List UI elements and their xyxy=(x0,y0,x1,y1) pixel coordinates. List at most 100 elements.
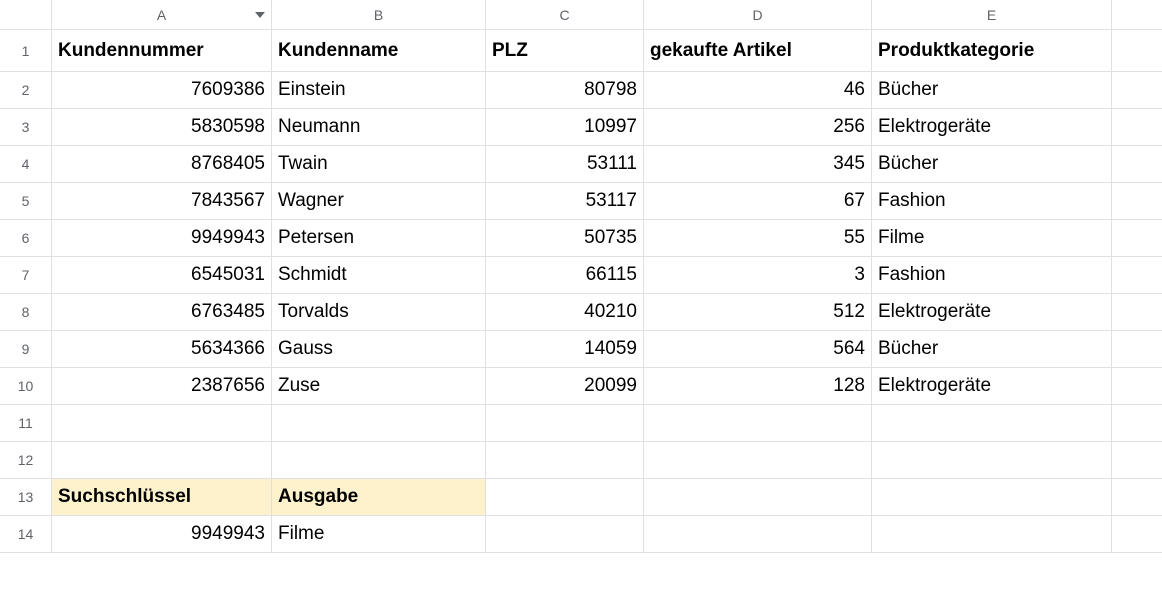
cell-E7[interactable]: Fashion xyxy=(872,257,1112,294)
cell-A7[interactable]: 6545031 xyxy=(52,257,272,294)
cell-A3[interactable]: 5830598 xyxy=(52,109,272,146)
cell-extra[interactable] xyxy=(1112,183,1162,220)
cell-A2[interactable]: 7609386 xyxy=(52,72,272,109)
cell-extra[interactable] xyxy=(1112,479,1162,516)
cell-extra[interactable] xyxy=(1112,109,1162,146)
cell-B11[interactable] xyxy=(272,405,486,442)
row-header-14[interactable]: 14 xyxy=(0,516,52,553)
cell-A8[interactable]: 6763485 xyxy=(52,294,272,331)
cell-E9[interactable]: Bücher xyxy=(872,331,1112,368)
column-header-C[interactable]: C xyxy=(486,0,644,30)
row-header-3[interactable]: 3 xyxy=(0,109,52,146)
cell-B2[interactable]: Einstein xyxy=(272,72,486,109)
cell-B14[interactable]: Filme xyxy=(272,516,486,553)
row-header-5[interactable]: 5 xyxy=(0,183,52,220)
cell-extra[interactable] xyxy=(1112,405,1162,442)
cell-E8[interactable]: Elektrogeräte xyxy=(872,294,1112,331)
cell-E4[interactable]: Bücher xyxy=(872,146,1112,183)
cell-C14[interactable] xyxy=(486,516,644,553)
cell-A6[interactable]: 9949943 xyxy=(52,220,272,257)
cell-D3[interactable]: 256 xyxy=(644,109,872,146)
cell-C5[interactable]: 53117 xyxy=(486,183,644,220)
cell-C3[interactable]: 10997 xyxy=(486,109,644,146)
cell-C2[interactable]: 80798 xyxy=(486,72,644,109)
cell-B1[interactable]: Kundenname xyxy=(272,30,486,72)
cell-A13[interactable]: Suchschlüssel xyxy=(52,479,272,516)
select-all-corner[interactable] xyxy=(0,0,52,30)
cell-E10[interactable]: Elektrogeräte xyxy=(872,368,1112,405)
row-header-1[interactable]: 1 xyxy=(0,30,52,72)
cell-B10[interactable]: Zuse xyxy=(272,368,486,405)
cell-E12[interactable] xyxy=(872,442,1112,479)
cell-A11[interactable] xyxy=(52,405,272,442)
cell-extra[interactable] xyxy=(1112,368,1162,405)
cell-C12[interactable] xyxy=(486,442,644,479)
cell-D4[interactable]: 345 xyxy=(644,146,872,183)
cell-E6[interactable]: Filme xyxy=(872,220,1112,257)
cell-E5[interactable]: Fashion xyxy=(872,183,1112,220)
cell-D7[interactable]: 3 xyxy=(644,257,872,294)
cell-D9[interactable]: 564 xyxy=(644,331,872,368)
cell-D8[interactable]: 512 xyxy=(644,294,872,331)
cell-C9[interactable]: 14059 xyxy=(486,331,644,368)
cell-A1[interactable]: Kundennummer xyxy=(52,30,272,72)
row-header-4[interactable]: 4 xyxy=(0,146,52,183)
cell-A10[interactable]: 2387656 xyxy=(52,368,272,405)
row-header-12[interactable]: 12 xyxy=(0,442,52,479)
column-header-D[interactable]: D xyxy=(644,0,872,30)
cell-D10[interactable]: 128 xyxy=(644,368,872,405)
cell-extra[interactable] xyxy=(1112,442,1162,479)
cell-B13[interactable]: Ausgabe xyxy=(272,479,486,516)
column-header-A[interactable]: A xyxy=(52,0,272,30)
cell-B8[interactable]: Torvalds xyxy=(272,294,486,331)
row-header-2[interactable]: 2 xyxy=(0,72,52,109)
cell-E13[interactable] xyxy=(872,479,1112,516)
cell-A5[interactable]: 7843567 xyxy=(52,183,272,220)
row-header-9[interactable]: 9 xyxy=(0,331,52,368)
cell-extra[interactable] xyxy=(1112,72,1162,109)
cell-C11[interactable] xyxy=(486,405,644,442)
column-header-B[interactable]: B xyxy=(272,0,486,30)
cell-E1[interactable]: Produktkategorie xyxy=(872,30,1112,72)
cell-B6[interactable]: Petersen xyxy=(272,220,486,257)
cell-extra[interactable] xyxy=(1112,30,1162,72)
cell-C4[interactable]: 53111 xyxy=(486,146,644,183)
cell-extra[interactable] xyxy=(1112,331,1162,368)
row-header-8[interactable]: 8 xyxy=(0,294,52,331)
cell-B5[interactable]: Wagner xyxy=(272,183,486,220)
row-header-10[interactable]: 10 xyxy=(0,368,52,405)
cell-C6[interactable]: 50735 xyxy=(486,220,644,257)
cell-C10[interactable]: 20099 xyxy=(486,368,644,405)
column-header-extra[interactable] xyxy=(1112,0,1162,30)
cell-C8[interactable]: 40210 xyxy=(486,294,644,331)
cell-B12[interactable] xyxy=(272,442,486,479)
row-header-6[interactable]: 6 xyxy=(0,220,52,257)
cell-D5[interactable]: 67 xyxy=(644,183,872,220)
cell-D12[interactable] xyxy=(644,442,872,479)
cell-extra[interactable] xyxy=(1112,516,1162,553)
row-header-11[interactable]: 11 xyxy=(0,405,52,442)
cell-D1[interactable]: gekaufte Artikel xyxy=(644,30,872,72)
cell-B3[interactable]: Neumann xyxy=(272,109,486,146)
cell-A9[interactable]: 5634366 xyxy=(52,331,272,368)
cell-extra[interactable] xyxy=(1112,220,1162,257)
cell-D2[interactable]: 46 xyxy=(644,72,872,109)
cell-E2[interactable]: Bücher xyxy=(872,72,1112,109)
cell-B4[interactable]: Twain xyxy=(272,146,486,183)
cell-extra[interactable] xyxy=(1112,294,1162,331)
cell-C7[interactable]: 66115 xyxy=(486,257,644,294)
cell-B7[interactable]: Schmidt xyxy=(272,257,486,294)
cell-D11[interactable] xyxy=(644,405,872,442)
cell-E11[interactable] xyxy=(872,405,1112,442)
column-header-E[interactable]: E xyxy=(872,0,1112,30)
cell-E14[interactable] xyxy=(872,516,1112,553)
cell-A4[interactable]: 8768405 xyxy=(52,146,272,183)
cell-A14[interactable]: 9949943 xyxy=(52,516,272,553)
cell-extra[interactable] xyxy=(1112,257,1162,294)
cell-D13[interactable] xyxy=(644,479,872,516)
cell-E3[interactable]: Elektrogeräte xyxy=(872,109,1112,146)
cell-B9[interactable]: Gauss xyxy=(272,331,486,368)
cell-C1[interactable]: PLZ xyxy=(486,30,644,72)
cell-extra[interactable] xyxy=(1112,146,1162,183)
filter-dropdown-icon[interactable] xyxy=(255,12,265,18)
